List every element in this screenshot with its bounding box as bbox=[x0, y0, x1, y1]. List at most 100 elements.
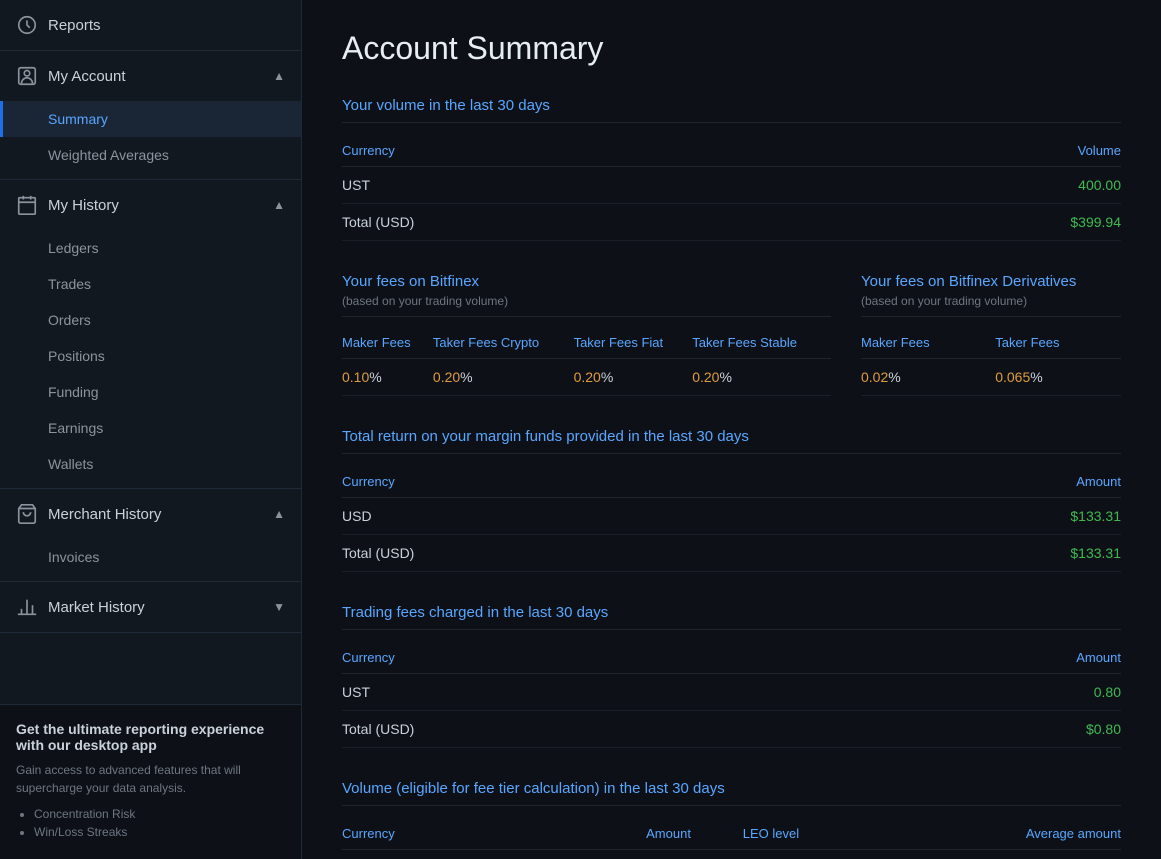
merchant-history-label: Merchant History bbox=[48, 506, 161, 523]
fees-derivatives-table: Maker Fees Taker Fees 0.02% 0.065% bbox=[861, 327, 1121, 396]
section-header-merchant-history[interactable]: Merchant History ▲ bbox=[0, 489, 301, 539]
vft-col-currency: Currency bbox=[342, 818, 547, 850]
maker-fees-col: Maker Fees bbox=[342, 327, 433, 359]
fees-section: Your fees on Bitfinex (based on your tra… bbox=[342, 273, 1121, 396]
trading-fees-table: Currency Amount UST 0.80 Total (USD) $0.… bbox=[342, 642, 1121, 748]
margin-amount: $133.31 bbox=[800, 498, 1121, 535]
taker-stable-val: 0.20% bbox=[692, 359, 831, 396]
sidebar-item-earnings[interactable]: Earnings bbox=[0, 410, 301, 446]
sidebar-item-funding[interactable]: Funding bbox=[0, 374, 301, 410]
history-icon bbox=[16, 194, 38, 216]
my-history-sub-items: Ledgers Trades Orders Positions Funding … bbox=[0, 230, 301, 488]
vft-col-avg: Average amount bbox=[851, 818, 1121, 850]
vft-col-amount: Amount bbox=[547, 818, 691, 850]
my-history-label: My History bbox=[48, 197, 119, 214]
sidebar-item-orders[interactable]: Orders bbox=[0, 302, 301, 338]
trading-fees-section: Trading fees charged in the last 30 days… bbox=[342, 604, 1121, 748]
merchant-history-sub-items: Invoices bbox=[0, 539, 301, 581]
fees-bitfinex-sub: (based on your trading volume) bbox=[342, 294, 831, 317]
chart-icon bbox=[16, 596, 38, 618]
chevron-down-icon-market: ▼ bbox=[273, 600, 285, 614]
trading-currency: UST bbox=[342, 674, 823, 711]
table-row: USD $133.31 bbox=[342, 498, 1121, 535]
fees-bitfinex: Your fees on Bitfinex (based on your tra… bbox=[342, 273, 831, 396]
margin-col-amount: Amount bbox=[800, 466, 1121, 498]
chevron-up-icon: ▲ bbox=[273, 69, 285, 83]
sidebar-item-weighted-averages[interactable]: Weighted Averages bbox=[0, 137, 301, 173]
volume-fee-tier-heading: Volume (eligible for fee tier calculatio… bbox=[342, 780, 1121, 806]
sidebar-item-summary[interactable]: Summary bbox=[0, 101, 301, 137]
section-merchant-history: Merchant History ▲ Invoices bbox=[0, 489, 301, 582]
market-history-label: Market History bbox=[48, 599, 145, 616]
margin-currency-total: Total (USD) bbox=[342, 535, 800, 572]
my-account-sub-items: Summary Weighted Averages bbox=[0, 101, 301, 179]
chevron-up-icon-merchant: ▲ bbox=[273, 507, 285, 521]
fees-bitfinex-heading: Your fees on Bitfinex bbox=[342, 273, 831, 290]
section-header-my-history[interactable]: My History ▲ bbox=[0, 180, 301, 230]
table-row: 0.02% 0.065% bbox=[861, 359, 1121, 396]
volume-col-currency: Currency bbox=[342, 135, 800, 167]
sidebar-item-positions[interactable]: Positions bbox=[0, 338, 301, 374]
margin-table: Currency Amount USD $133.31 Total (USD) … bbox=[342, 466, 1121, 572]
vft-leo: 0 bbox=[691, 850, 851, 859]
volume-heading: Your volume in the last 30 days bbox=[342, 97, 1121, 123]
vft-currency-total: Total (USD) bbox=[342, 850, 547, 859]
fees-derivatives-sub: (based on your trading volume) bbox=[861, 294, 1121, 317]
section-my-account: My Account ▲ Summary Weighted Averages bbox=[0, 51, 301, 180]
trading-fees-heading: Trading fees charged in the last 30 days bbox=[342, 604, 1121, 630]
main-content: Account Summary Your volume in the last … bbox=[302, 0, 1161, 859]
table-row: Total (USD) $399.94 bbox=[342, 204, 1121, 241]
person-icon bbox=[16, 65, 38, 87]
sidebar-item-trades[interactable]: Trades bbox=[0, 266, 301, 302]
vft-amount-total: $399.94 bbox=[547, 850, 691, 859]
taker-stable-col: Taker Fees Stable bbox=[692, 327, 831, 359]
volume-section: Your volume in the last 30 days Currency… bbox=[342, 97, 1121, 241]
currency-cell: UST bbox=[342, 167, 800, 204]
deriv-maker-col: Maker Fees bbox=[861, 327, 995, 359]
volume-cell-total: $399.94 bbox=[800, 204, 1121, 241]
promo-description: Gain access to advanced features that wi… bbox=[16, 761, 285, 797]
volume-fee-tier-table: Currency Amount LEO level Average amount… bbox=[342, 818, 1121, 859]
margin-currency: USD bbox=[342, 498, 800, 535]
trading-currency-total: Total (USD) bbox=[342, 711, 823, 748]
cart-icon bbox=[16, 503, 38, 525]
promo-list: Concentration Risk Win/Loss Streaks bbox=[16, 807, 285, 839]
trading-col-currency: Currency bbox=[342, 642, 823, 674]
margin-amount-total: $133.31 bbox=[800, 535, 1121, 572]
deriv-maker-val: 0.02% bbox=[861, 359, 995, 396]
sidebar-promo: Get the ultimate reporting experience wi… bbox=[0, 704, 301, 859]
table-row: Total (USD) $0.80 bbox=[342, 711, 1121, 748]
sidebar-item-wallets[interactable]: Wallets bbox=[0, 446, 301, 482]
fees-derivatives-heading: Your fees on Bitfinex Derivatives bbox=[861, 273, 1121, 290]
sidebar-item-invoices[interactable]: Invoices bbox=[0, 539, 301, 575]
volume-table: Currency Volume UST 400.00 Total (USD) $… bbox=[342, 135, 1121, 241]
trading-col-amount: Amount bbox=[823, 642, 1121, 674]
taker-crypto-col: Taker Fees Crypto bbox=[433, 327, 574, 359]
promo-list-item-2: Win/Loss Streaks bbox=[34, 825, 285, 839]
volume-fee-tier-section: Volume (eligible for fee tier calculatio… bbox=[342, 780, 1121, 859]
deriv-taker-val: 0.065% bbox=[995, 359, 1121, 396]
trading-amount-total: $0.80 bbox=[823, 711, 1121, 748]
section-header-my-account[interactable]: My Account ▲ bbox=[0, 51, 301, 101]
section-header-market-history[interactable]: Market History ▼ bbox=[0, 582, 301, 632]
page-title: Account Summary bbox=[342, 30, 1121, 67]
sidebar-item-reports[interactable]: Reports bbox=[0, 0, 301, 51]
margin-heading: Total return on your margin funds provid… bbox=[342, 428, 1121, 454]
reports-label: Reports bbox=[48, 17, 101, 34]
sidebar-item-ledgers[interactable]: Ledgers bbox=[0, 230, 301, 266]
table-row: Total (USD) $399.94 0 0 bbox=[342, 850, 1121, 859]
deriv-taker-col: Taker Fees bbox=[995, 327, 1121, 359]
margin-section: Total return on your margin funds provid… bbox=[342, 428, 1121, 572]
fees-bitfinex-table: Maker Fees Taker Fees Crypto Taker Fees … bbox=[342, 327, 831, 396]
taker-fiat-col: Taker Fees Fiat bbox=[574, 327, 693, 359]
chevron-up-icon-history: ▲ bbox=[273, 198, 285, 212]
volume-col-volume: Volume bbox=[800, 135, 1121, 167]
taker-crypto-val: 0.20% bbox=[433, 359, 574, 396]
table-row: 0.10% 0.20% 0.20% 0.20% bbox=[342, 359, 831, 396]
margin-col-currency: Currency bbox=[342, 466, 800, 498]
my-account-label: My Account bbox=[48, 68, 126, 85]
sidebar: Reports My Account ▲ Summary Weighted Av… bbox=[0, 0, 302, 859]
promo-title: Get the ultimate reporting experience wi… bbox=[16, 721, 285, 753]
table-row: UST 0.80 bbox=[342, 674, 1121, 711]
taker-fiat-val: 0.20% bbox=[574, 359, 693, 396]
